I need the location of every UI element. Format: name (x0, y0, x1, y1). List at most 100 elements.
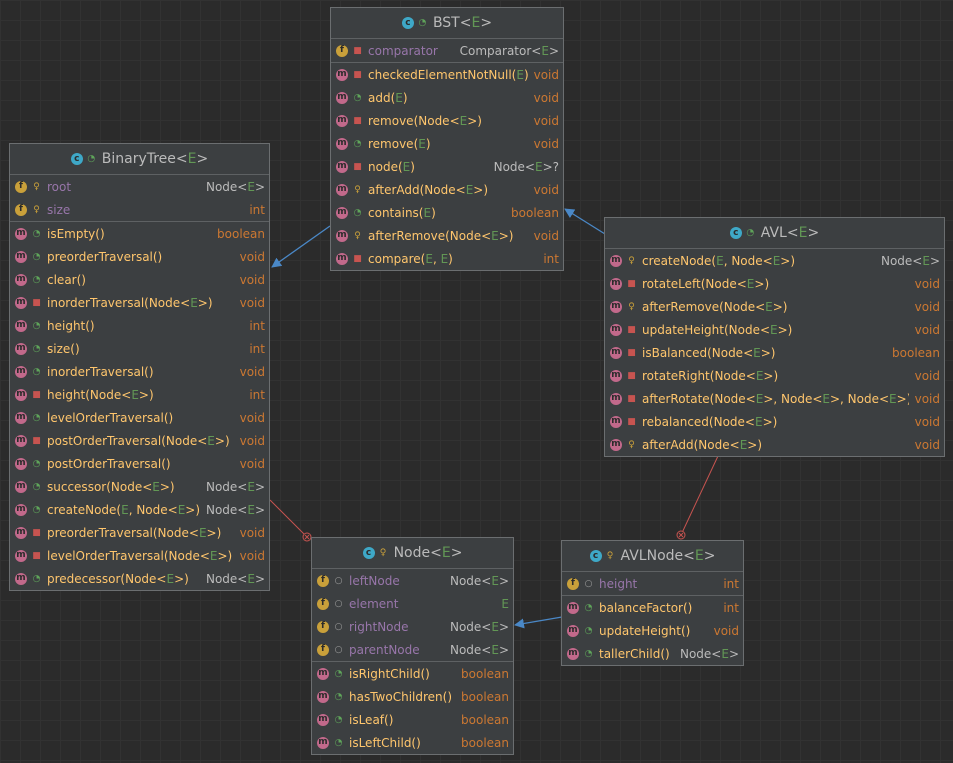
private-visibility-icon: ■ (32, 435, 41, 446)
method-row[interactable]: m ■ rebalanced(Node<E>) void (605, 410, 944, 433)
public-visibility-icon: ◔ (32, 481, 41, 492)
method-signature: add(E) (368, 90, 408, 105)
method-icon: m (610, 277, 622, 290)
method-row[interactable]: m ◔ clear() void (10, 268, 269, 291)
method-row[interactable]: m ◔ successor(Node<E>) Node<E> (10, 475, 269, 498)
return-type: void (239, 433, 265, 448)
method-row[interactable]: m ◔ isLeftChild() boolean (312, 731, 513, 754)
return-type: boolean (461, 735, 509, 750)
method-row[interactable]: m ■ preorderTraversal(Node<E>) void (10, 521, 269, 544)
method-icon: m (336, 68, 348, 81)
node-class-box[interactable]: c ♀ Node < E > f ○ leftNode Node<E> f ○ element Ef ○ ri… (311, 537, 514, 755)
return-type: void (239, 548, 265, 563)
method-row[interactable]: m ◔ isEmpty() boolean (10, 222, 269, 245)
method-row[interactable]: m ■ inorderTraversal(Node<E>) void (10, 291, 269, 314)
method-row[interactable]: m ◔ predecessor(Node<E>) Node<E> (10, 567, 269, 590)
method-row[interactable]: m ■ rotateRight(Node<E>) void (605, 364, 944, 387)
public-visibility-icon: ◔ (584, 648, 593, 659)
method-row[interactable]: m ■ postOrderTraversal(Node<E>) void (10, 429, 269, 452)
class-icon: c (729, 227, 742, 239)
field-icon: f (15, 180, 27, 193)
method-row[interactable]: m ◔ tallerChild() Node<E> (562, 642, 743, 665)
bst-class-box[interactable]: c ◔ BST < E > f ■ comparator Comparator<E> m ■ check… (330, 7, 564, 271)
methods-section: m ♀ createNode(E, Node<E>) Node<E> m ■ rotateL… (605, 249, 944, 456)
method-icon: m (15, 227, 27, 240)
avl-class-box[interactable]: c ◔ AVL < E > m ♀ createNode(E, Node<E>) Node<E> m… (604, 217, 945, 457)
method-row[interactable]: m ◔ isRightChild() boolean (312, 662, 513, 685)
public-visibility-icon: ◔ (418, 18, 427, 28)
class-name: BST (432, 15, 460, 31)
class-icon: c (401, 17, 414, 29)
method-row[interactable]: m ■ node(E) Node<E>? (331, 155, 563, 178)
method-row[interactable]: m ■ checkedElementNotNull(E) void (331, 63, 563, 86)
method-row[interactable]: m ♀ afterRemove(Node<E>) void (605, 295, 944, 318)
method-row[interactable]: m ◔ hasTwoChildren() boolean (312, 685, 513, 708)
method-row[interactable]: m ■ height(Node<E>) int (10, 383, 269, 406)
bst-extends-binarytree-edge (271, 225, 331, 268)
field-row[interactable]: f ○ element E (312, 592, 513, 615)
method-row[interactable]: m ◔ balanceFactor() int (562, 596, 743, 619)
method-row[interactable]: m ♀ createNode(E, Node<E>) Node<E> (605, 249, 944, 272)
type-parameter: E (798, 225, 808, 241)
method-icon: m (317, 736, 329, 749)
method-signature: levelOrderTraversal(Node<E>) (47, 548, 233, 563)
method-icon: m (15, 388, 27, 401)
private-visibility-icon: ■ (627, 393, 636, 404)
return-type: int (249, 318, 265, 333)
method-row[interactable]: m ◔ isLeaf() boolean (312, 708, 513, 731)
field-row[interactable]: f ♀ size int (10, 198, 269, 221)
method-signature: isEmpty() (47, 226, 105, 241)
private-visibility-icon: ■ (353, 161, 362, 172)
method-row[interactable]: m ♀ afterRemove(Node<E>) void (331, 224, 563, 247)
method-row[interactable]: m ◔ size() int (10, 337, 269, 360)
protected-visibility-icon: ♀ (628, 301, 635, 312)
fields-section: f ○ height int (562, 572, 743, 596)
method-row[interactable]: m ■ levelOrderTraversal(Node<E>) void (10, 544, 269, 567)
method-row[interactable]: m ◔ createNode(E, Node<E>) Node<E> (10, 498, 269, 521)
private-visibility-icon: ■ (32, 297, 41, 308)
method-row[interactable]: m ■ rotateLeft(Node<E>) void (605, 272, 944, 295)
method-row[interactable]: m ◔ inorderTraversal() void (10, 360, 269, 383)
package-visibility-icon: ○ (334, 598, 343, 609)
method-row[interactable]: m ♀ afterAdd(Node<E>) void (605, 433, 944, 456)
method-row[interactable]: m ◔ preorderTraversal() void (10, 245, 269, 268)
method-row[interactable]: m ◔ updateHeight() void (562, 619, 743, 642)
method-signature: clear() (47, 272, 86, 287)
method-row[interactable]: m ◔ contains(E) boolean (331, 201, 563, 224)
avlnode-class-box[interactable]: c ♀ AVLNode < E > f ○ height int m ◔ balanceFactor()… (561, 540, 744, 666)
public-visibility-icon: ◔ (353, 92, 362, 103)
field-row[interactable]: f ○ leftNode Node<E> (312, 569, 513, 592)
method-signature: height(Node<E>) (47, 387, 154, 402)
method-row[interactable]: m ■ updateHeight(Node<E>) void (605, 318, 944, 341)
protected-visibility-icon: ♀ (354, 230, 361, 241)
method-row[interactable]: m ♀ afterAdd(Node<E>) void (331, 178, 563, 201)
method-row[interactable]: m ◔ add(E) void (331, 86, 563, 109)
method-row[interactable]: m ■ remove(Node<E>) void (331, 109, 563, 132)
field-row[interactable]: f ○ rightNode Node<E> (312, 615, 513, 638)
method-row[interactable]: m ◔ postOrderTraversal() void (10, 452, 269, 475)
field-row[interactable]: f ♀ root Node<E> (10, 175, 269, 198)
method-row[interactable]: m ◔ levelOrderTraversal() void (10, 406, 269, 429)
binarytree-class-box[interactable]: c ◔ BinaryTree < E > f ♀ root Node<E> f ♀ size int m ◔ i… (9, 143, 270, 591)
field-name: rightNode (349, 619, 409, 634)
field-row[interactable]: f ○ height int (562, 572, 743, 595)
method-row[interactable]: m ◔ height() int (10, 314, 269, 337)
class-name: AVLNode (620, 548, 684, 564)
method-signature: compare(E, E) (368, 251, 453, 266)
method-signature: balanceFactor() (599, 600, 693, 615)
method-icon: m (15, 526, 27, 539)
method-row[interactable]: m ■ afterRotate(Node<E>, Node<E>, Node<E>)… (605, 387, 944, 410)
field-row[interactable]: f ■ comparator Comparator<E> (331, 39, 563, 62)
return-type: void (914, 391, 940, 406)
field-row[interactable]: f ○ parentNode Node<E> (312, 638, 513, 661)
return-type: boolean (461, 666, 509, 681)
method-signature: afterRemove(Node<E>) (368, 228, 514, 243)
methods-section: m ◔ balanceFactor() int m ◔ updateHeight() void… (562, 596, 743, 665)
public-visibility-icon: ◔ (353, 207, 362, 218)
method-row[interactable]: m ◔ remove(E) void (331, 132, 563, 155)
node-inner-circle-icon (302, 532, 312, 542)
method-row[interactable]: m ■ compare(E, E) int (331, 247, 563, 270)
package-visibility-icon: ○ (334, 575, 343, 586)
public-visibility-icon: ◔ (334, 668, 343, 679)
method-row[interactable]: m ■ isBalanced(Node<E>) boolean (605, 341, 944, 364)
